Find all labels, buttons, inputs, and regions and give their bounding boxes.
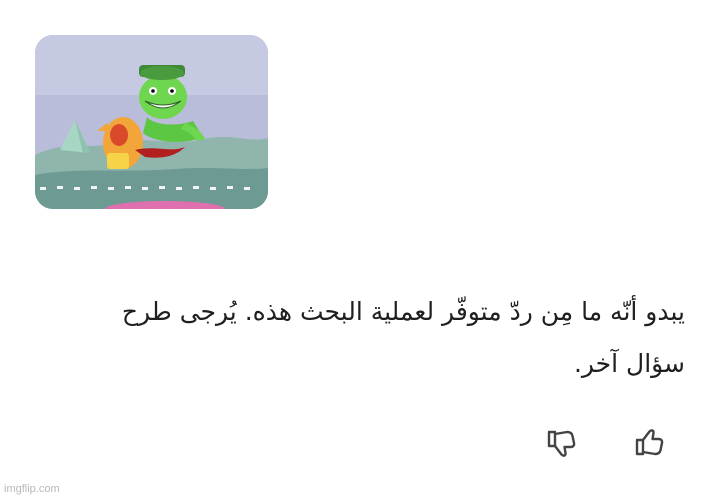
answer-panel: يبدو أنّه ما مِن ردّ متوفّر لعملية البحث… [0, 0, 718, 499]
cartoon-image [35, 35, 268, 209]
thumbs-up-icon [635, 429, 664, 456]
watermark: imgflip.com [4, 483, 60, 495]
response-text: يبدو أنّه ما مِن ردّ متوفّر لعملية البحث… [121, 297, 685, 378]
dislike-button[interactable] [544, 425, 580, 461]
like-button[interactable] [632, 425, 668, 461]
image-thumbnail[interactable] [35, 35, 268, 209]
feedback-actions [544, 425, 668, 461]
thumbs-down-icon [547, 430, 576, 457]
